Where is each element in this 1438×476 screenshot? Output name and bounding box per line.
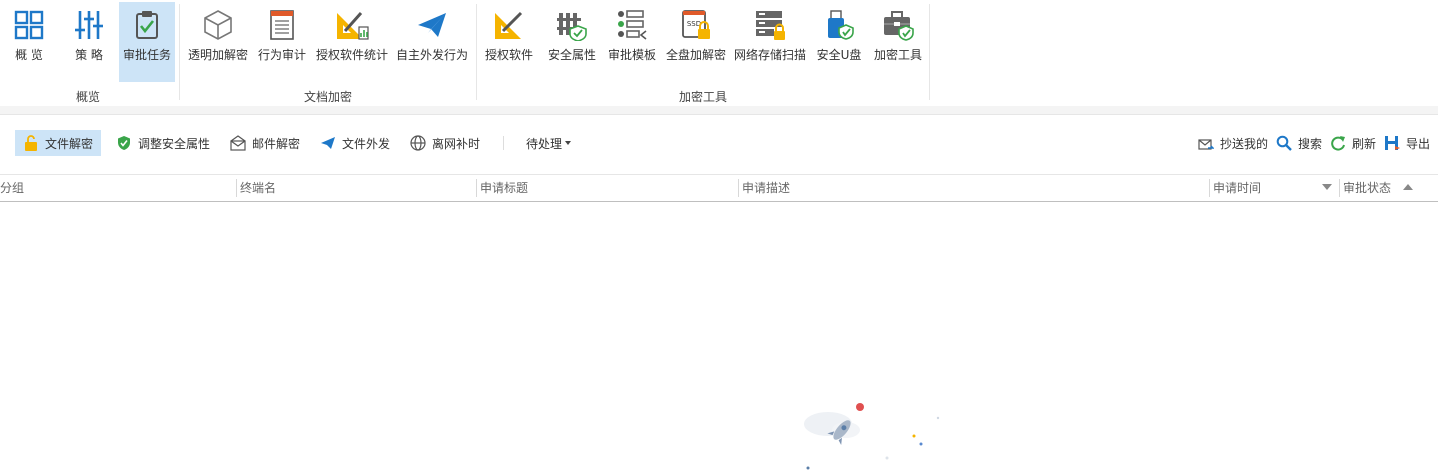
column-header-terminal-name[interactable]: 终端名 xyxy=(236,175,476,201)
ribbon-group-label-document-encryption: 文档加密 xyxy=(303,90,352,104)
ribbon-label: 行为审计 xyxy=(257,48,306,62)
export-icon xyxy=(1384,135,1400,151)
server-lock-icon xyxy=(753,8,787,42)
toolbar-label: 邮件解密 xyxy=(252,136,301,151)
caret-down-icon xyxy=(565,141,572,145)
refresh-button[interactable]: 刷新 xyxy=(1322,130,1384,156)
fence-shield-icon xyxy=(555,8,589,42)
column-header-approval-status[interactable]: 审批状态 xyxy=(1339,175,1438,201)
ssd-lock-icon: SSD xyxy=(679,8,713,42)
action-toolbar: 文件解密 调整安全属性 邮件解密 文件外发 离网补时 待处理 抄送我的 搜索 刷… xyxy=(0,126,1438,160)
ribbon-button-full-disk-encryption[interactable]: SSD 全盘加解密 xyxy=(664,2,728,82)
adjust-security-attributes-button[interactable]: 调整安全属性 xyxy=(108,130,218,156)
ribbon-label: 加密工具 xyxy=(873,48,922,62)
ribbon-group-label-encryption-tools: 加密工具 xyxy=(678,90,727,104)
ribbon-label: 策 略 xyxy=(75,48,103,62)
ribbon-button-self-outbound[interactable]: 自主外发行为 xyxy=(394,2,470,82)
ribbon-label: 安全属性 xyxy=(547,48,596,62)
usb-shield-icon xyxy=(822,8,856,42)
column-header-group[interactable]: 分组 xyxy=(0,175,236,201)
ruler-pencil-icon xyxy=(492,8,526,42)
ribbon-label: 授权软件 xyxy=(484,48,533,62)
ribbon-label: 安全U盘 xyxy=(816,48,862,62)
ribbon-label: 透明加解密 xyxy=(187,48,248,62)
toolbar-label: 离网补时 xyxy=(432,136,481,151)
status-filter-dropdown[interactable]: 待处理 xyxy=(518,130,579,156)
toolbar-label: 刷新 xyxy=(1352,136,1377,151)
group-divider xyxy=(476,4,477,100)
paper-plane-icon xyxy=(320,135,336,151)
file-outbound-button[interactable]: 文件外发 xyxy=(312,130,398,156)
toolbox-shield-icon xyxy=(881,8,915,42)
toolbar-label: 抄送我的 xyxy=(1220,136,1269,151)
group-divider xyxy=(179,4,180,100)
toolbar-label: 文件解密 xyxy=(45,136,94,151)
toolbar-divider xyxy=(503,136,504,150)
ribbon-button-security-attributes[interactable]: 安全属性 xyxy=(544,2,600,82)
mail-decrypt-button[interactable]: 邮件解密 xyxy=(222,130,308,156)
clipboard-check-icon xyxy=(130,8,164,42)
column-header-request-description[interactable]: 申请描述 xyxy=(738,175,1209,201)
sort-ascending-icon[interactable] xyxy=(1403,184,1413,190)
svg-text:SSD: SSD xyxy=(687,20,701,28)
ribbon-bottom-bar xyxy=(0,106,1438,115)
column-divider xyxy=(476,179,477,197)
empty-state-illustration xyxy=(800,400,945,473)
ribbon-label: 自主外发行为 xyxy=(395,48,468,62)
column-divider xyxy=(738,179,739,197)
paper-plane-icon xyxy=(415,8,449,42)
column-divider xyxy=(1209,179,1210,197)
template-list-icon xyxy=(615,8,649,42)
export-button[interactable]: 导出 xyxy=(1376,130,1438,156)
globe-icon xyxy=(410,135,426,151)
mail-icon xyxy=(230,135,246,151)
ribbon-label: 网络存储扫描 xyxy=(733,48,806,62)
toolbar-label: 调整安全属性 xyxy=(138,136,211,151)
ribbon-button-transparent-encryption[interactable]: 透明加解密 xyxy=(186,2,250,82)
table-header: 分组 终端名 申请标题 申请描述 申请时间 审批状态 xyxy=(0,174,1438,202)
toolbar-label: 文件外发 xyxy=(342,136,391,151)
ribbon-button-authorized-software[interactable]: 授权软件 xyxy=(482,2,536,82)
status-filter-value: 待处理 xyxy=(526,136,563,151)
mail-cc-icon xyxy=(1198,135,1214,151)
ribbon-label: 审批模板 xyxy=(607,48,656,62)
group-divider xyxy=(929,4,930,100)
unlock-icon xyxy=(23,135,39,151)
rocket-icon xyxy=(804,403,940,470)
ribbon-button-encryption-tools[interactable]: 加密工具 xyxy=(870,2,926,82)
ribbon-group-label-overview: 概览 xyxy=(75,90,100,104)
ribbon-button-approval-template[interactable]: 审批模板 xyxy=(604,2,660,82)
ribbon-button-authorized-software-stats[interactable]: 授权软件统计 xyxy=(314,2,390,82)
ribbon-button-network-storage-scan[interactable]: 网络存储扫描 xyxy=(732,2,808,82)
search-icon xyxy=(1276,135,1292,151)
sort-descending-icon[interactable] xyxy=(1322,184,1332,190)
ribbon-button-behavior-audit[interactable]: 行为审计 xyxy=(254,2,310,82)
file-decrypt-button[interactable]: 文件解密 xyxy=(15,130,102,156)
ribbon-label: 全盘加解密 xyxy=(665,48,726,62)
ribbon-label: 审批任务 xyxy=(122,48,171,62)
column-divider xyxy=(236,179,237,197)
shield-icon xyxy=(116,135,132,151)
ribbon-button-overview[interactable]: 概 览 xyxy=(4,2,54,82)
toolbar-label: 导出 xyxy=(1406,136,1431,151)
ruler-pencil-chart-icon xyxy=(335,8,369,42)
ribbon-button-secure-usb[interactable]: 安全U盘 xyxy=(812,2,866,82)
sliders-icon xyxy=(72,8,106,42)
column-header-request-time[interactable]: 申请时间 xyxy=(1209,175,1339,201)
offline-time-extension-button[interactable]: 离网补时 xyxy=(402,130,488,156)
ribbon-button-approval-tasks[interactable]: 审批任务 xyxy=(119,2,175,82)
toolbar-label: 搜索 xyxy=(1298,136,1323,151)
column-header-request-title[interactable]: 申请标题 xyxy=(476,175,738,201)
ribbon: 概 览 策 略 审批任务 透明加解密 行为审计 授权软件统计 自主外发行为 授权… xyxy=(0,0,1438,107)
ribbon-button-policy[interactable]: 策 略 xyxy=(62,2,116,82)
column-divider xyxy=(1339,179,1340,197)
grid-icon xyxy=(12,8,46,42)
search-button[interactable]: 搜索 xyxy=(1268,130,1330,156)
cc-to-me-button[interactable]: 抄送我的 xyxy=(1190,130,1276,156)
cube-icon xyxy=(201,8,235,42)
ribbon-label: 授权软件统计 xyxy=(315,48,388,62)
ribbon-label: 概 览 xyxy=(15,48,43,62)
log-sheet-icon xyxy=(265,8,299,42)
refresh-icon xyxy=(1330,135,1346,151)
